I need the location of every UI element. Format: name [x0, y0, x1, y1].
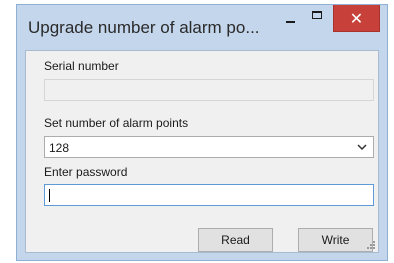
maximize-icon — [312, 11, 322, 19]
close-button[interactable]: ✕ — [333, 5, 380, 32]
serial-number-label: Serial number — [44, 59, 119, 73]
title-bar[interactable]: Upgrade number of alarm po... ✕ — [17, 5, 387, 51]
password-label: Enter password — [44, 165, 128, 179]
minimize-button[interactable] — [277, 5, 303, 30]
read-button[interactable]: Read — [198, 228, 273, 252]
alarm-points-select[interactable]: 128 — [44, 136, 374, 158]
window-title: Upgrade number of alarm po... — [28, 18, 260, 37]
alarm-points-label: Set number of alarm points — [44, 116, 189, 130]
resize-grip-icon[interactable] — [366, 240, 376, 250]
serial-number-field[interactable] — [44, 79, 374, 101]
minimize-icon — [286, 21, 295, 23]
text-caret — [49, 189, 50, 202]
chevron-down-icon — [357, 144, 367, 151]
dialog-window: Upgrade number of alarm po... ✕ Serial n… — [16, 4, 388, 261]
dialog-content: Serial number Set number of alarm points… — [25, 50, 379, 253]
maximize-button[interactable] — [305, 5, 331, 30]
write-button[interactable]: Write — [298, 228, 373, 252]
password-field[interactable] — [44, 184, 374, 206]
alarm-points-value: 128 — [49, 141, 70, 155]
close-icon: ✕ — [349, 9, 364, 28]
